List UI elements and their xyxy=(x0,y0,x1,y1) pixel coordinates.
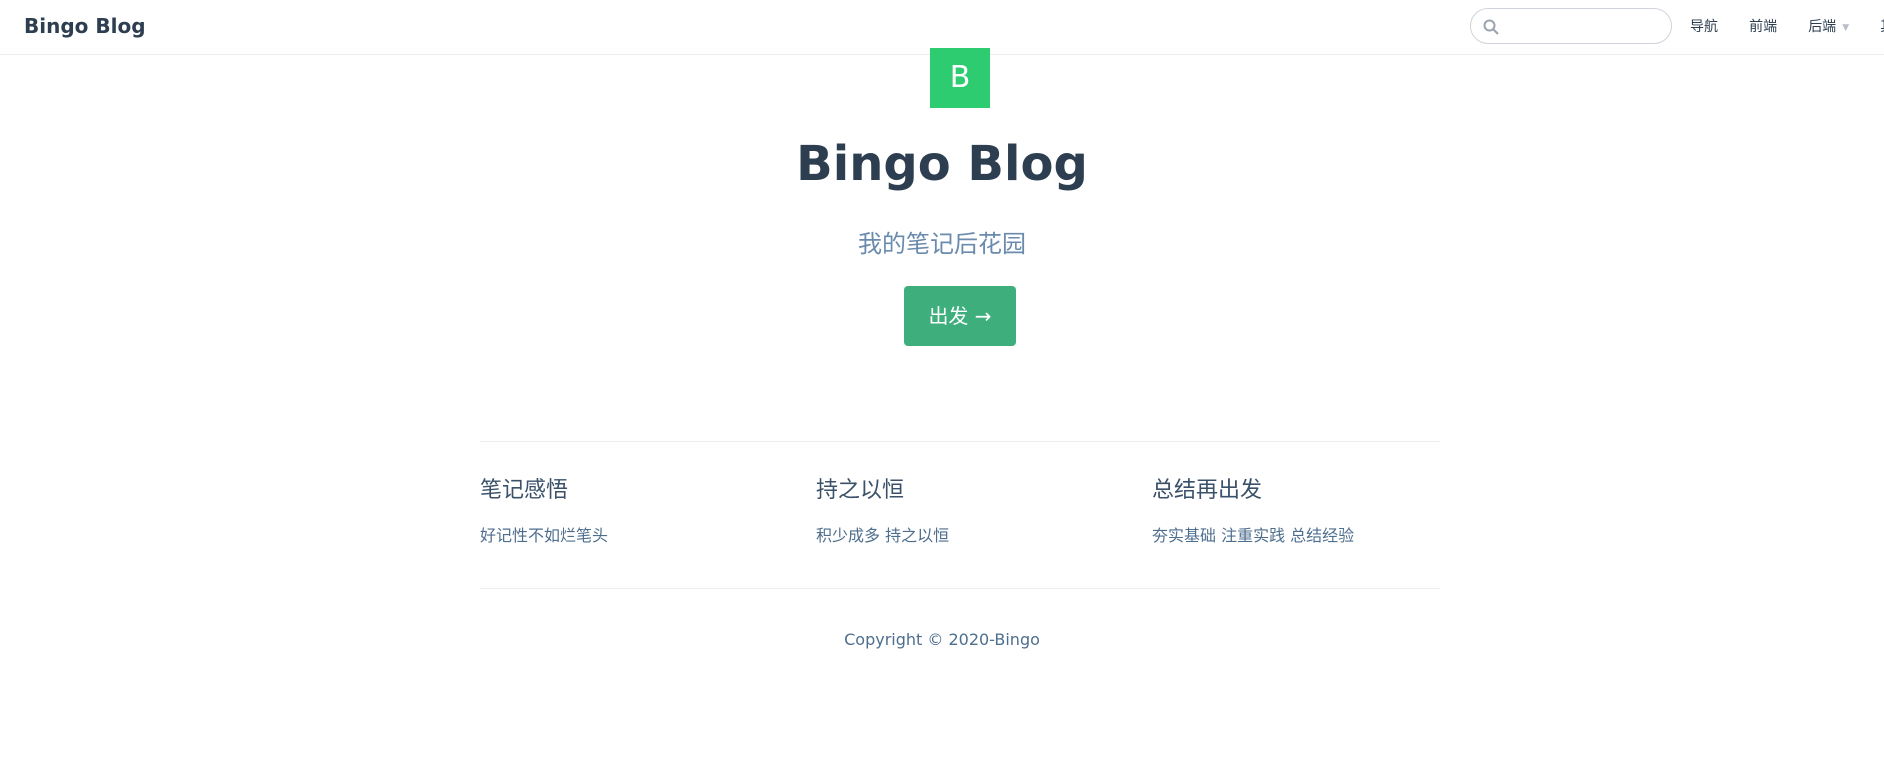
feature-description: 好记性不如烂笔头 xyxy=(480,526,609,546)
feature-card: 笔记感悟 好记性不如烂笔头 xyxy=(480,478,780,546)
hero-title: Bingo Blog xyxy=(796,136,1088,192)
hero-subtitle: 我的笔记后花园 xyxy=(858,230,1026,258)
get-started-button[interactable]: 出发 → xyxy=(904,286,1016,346)
top-navbar: Bingo Blog 导航 前端 后端 ▼ 其它 xyxy=(0,0,1884,55)
search-box[interactable] xyxy=(1470,8,1672,44)
feature-description: 夯实基础 注重实践 总结经验 xyxy=(1152,526,1355,546)
search-icon xyxy=(1483,19,1499,35)
nav-links: 导航 前端 后端 ▼ 其它 xyxy=(1690,0,1884,54)
feature-title: 总结再出发 xyxy=(1152,478,1263,503)
feature-title: 持之以恒 xyxy=(816,478,905,503)
feature-description: 积少成多 持之以恒 xyxy=(816,526,950,546)
nav-link-frontend[interactable]: 前端 xyxy=(1749,0,1777,54)
hero-logo: B xyxy=(930,48,990,108)
feature-card: 总结再出发 夯实基础 注重实践 总结经验 xyxy=(1152,478,1452,546)
nav-link-other[interactable]: 其它 xyxy=(1880,0,1884,54)
nav-link-backend-label: 后端 xyxy=(1808,19,1837,35)
divider xyxy=(480,441,1440,442)
nav-link-guide[interactable]: 导航 xyxy=(1690,0,1718,54)
chevron-down-icon: ▼ xyxy=(1842,23,1850,33)
site-brand-link[interactable]: Bingo Blog xyxy=(24,14,146,38)
divider xyxy=(480,588,1440,589)
feature-title: 笔记感悟 xyxy=(480,478,569,503)
footer-copyright: Copyright © 2020-Bingo xyxy=(844,630,1040,649)
features-section: 笔记感悟 好记性不如烂笔头 持之以恒 积少成多 持之以恒 总结再出发 夯实基础 … xyxy=(480,478,1440,558)
search-input[interactable] xyxy=(1505,15,1665,37)
feature-card: 持之以恒 积少成多 持之以恒 xyxy=(816,478,1116,546)
nav-link-backend[interactable]: 后端 ▼ xyxy=(1808,0,1849,54)
